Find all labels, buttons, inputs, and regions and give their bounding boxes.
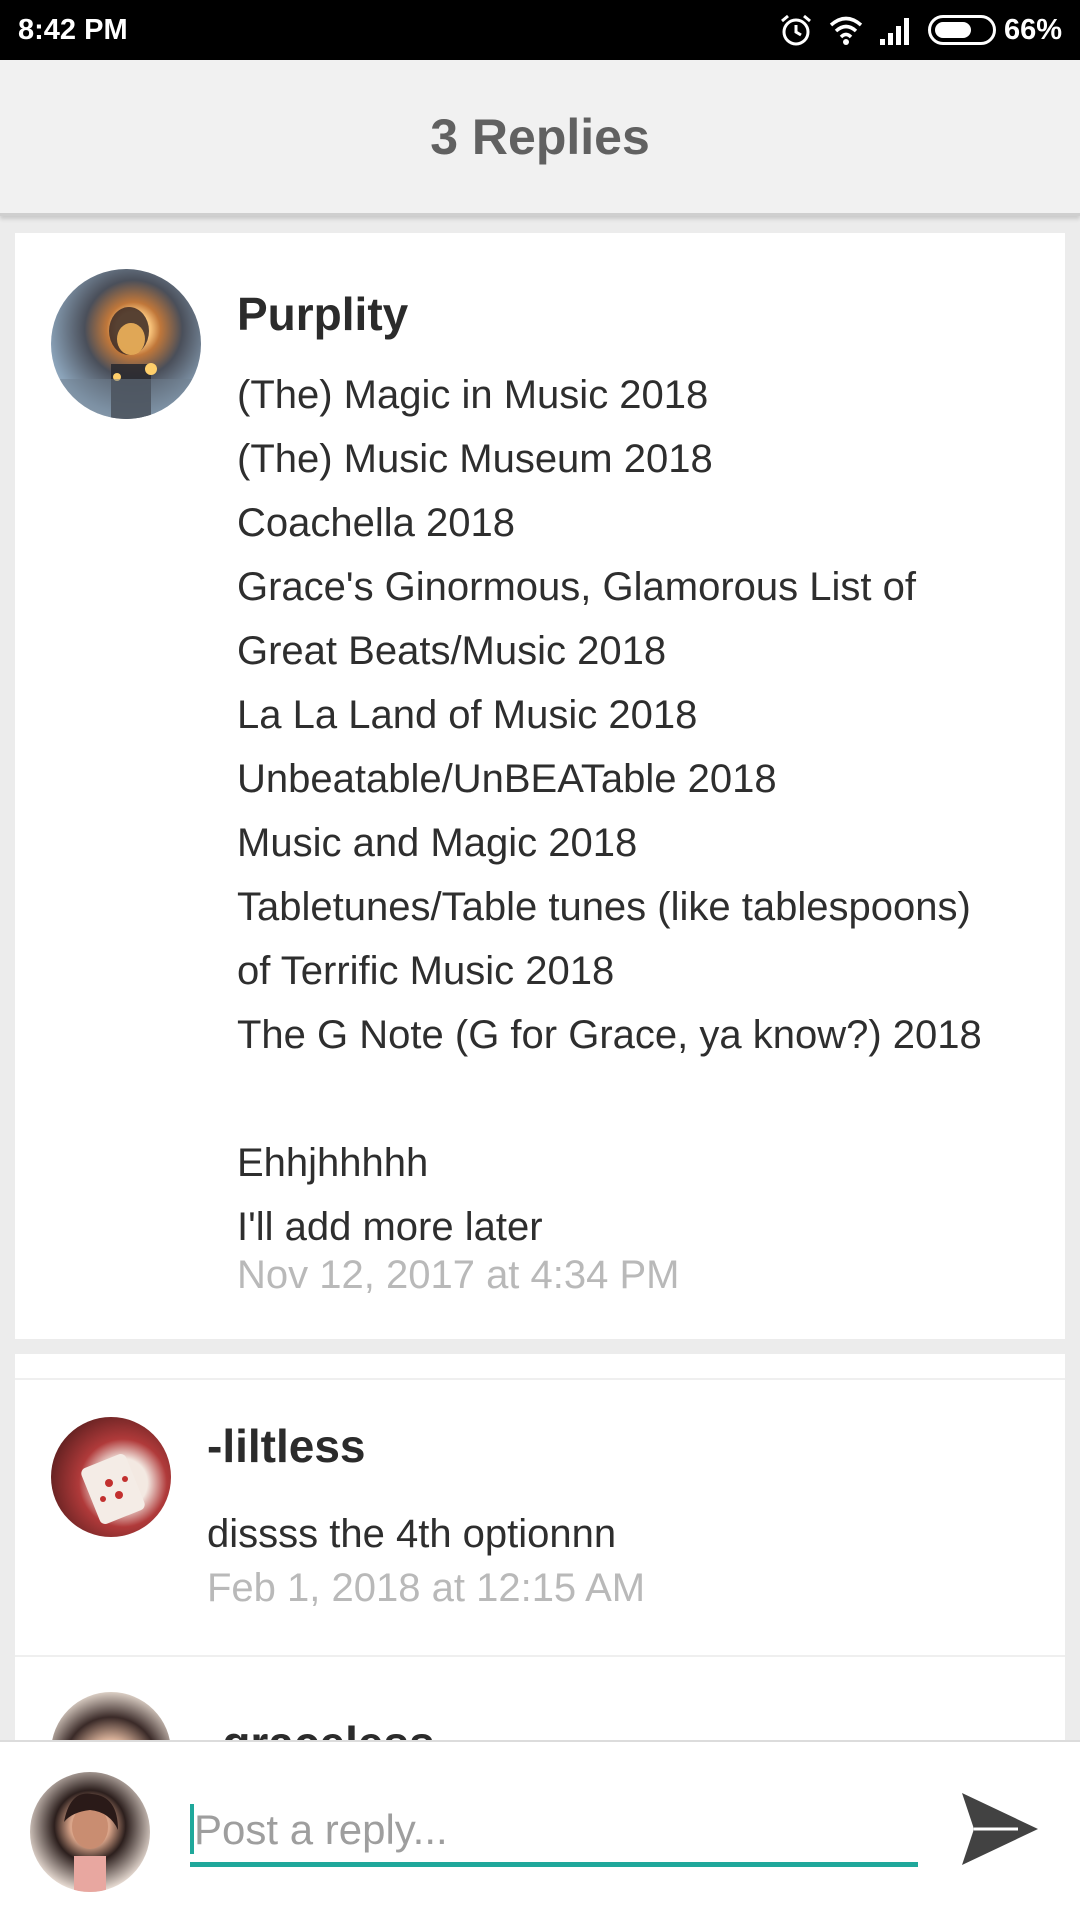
original-post-card: Purplity (The) Magic in Music 2018 (The) …: [15, 233, 1065, 1339]
alarm-icon: [778, 12, 814, 48]
post-body-line: The G Note (G for Grace, ya know?) 2018: [237, 1013, 982, 1057]
post-body-line: Tabletunes/Table tunes (like tablespoons…: [237, 885, 971, 929]
post-timestamp: Nov 12, 2017 at 4:34 PM: [237, 1253, 680, 1297]
status-bar: 8:42 PM 66%: [0, 0, 1080, 60]
reply-timestamp: Feb 1, 2018 at 12:15 AM: [207, 1566, 646, 1610]
post-body: (The) Magic in Music 2018 (The) Music Mus…: [237, 363, 1047, 1259]
status-icons: 66%: [778, 12, 1062, 48]
post-body-line: La La Land of Music 2018: [237, 693, 698, 737]
divider: [15, 1378, 1065, 1380]
wifi-icon: [828, 12, 864, 48]
reply-input[interactable]: [190, 1797, 918, 1867]
divider: [15, 1655, 1065, 1657]
post-author-avatar[interactable]: [51, 269, 201, 419]
page-title: 3 Replies: [430, 108, 650, 165]
post-body-line: Great Beats/Music 2018: [237, 629, 667, 673]
post-body-line: I'll add more later: [237, 1205, 543, 1249]
reply-text: dissss the 4th optionnn: [207, 1512, 617, 1556]
battery-icon: [927, 15, 996, 45]
post-body-line: Grace's Ginormous, Glamorous List of: [237, 565, 916, 609]
battery-level-fill: [934, 22, 971, 38]
cards-photo-icon: [81, 1454, 145, 1524]
reply-composer: [0, 1740, 1080, 1922]
reply-author-name[interactable]: -liltless: [207, 1419, 366, 1473]
send-button[interactable]: [955, 1784, 1045, 1874]
post-body-line: (The) Music Museum 2018: [237, 437, 713, 481]
reply-author-avatar[interactable]: [51, 1417, 171, 1537]
post-body-line: Coachella 2018: [237, 501, 515, 545]
signal-icon: [878, 12, 914, 48]
person-photo-icon: [64, 1793, 118, 1892]
post-body-line: of Terrific Music 2018: [237, 949, 615, 993]
send-icon: [962, 1793, 1038, 1865]
post-author-name[interactable]: Purplity: [237, 287, 408, 341]
post-body-line: Music and Magic 2018: [237, 821, 638, 865]
current-user-avatar: [30, 1772, 150, 1892]
post-body-line: Ehhjhhhhh: [237, 1141, 429, 1185]
text-cursor: [190, 1804, 194, 1854]
post-body-line: Unbeatable/UnBEATable 2018: [237, 757, 777, 801]
post-body-line: (The) Magic in Music 2018: [237, 373, 709, 417]
person-photo-icon: [51, 307, 201, 419]
battery-percent: 66%: [1003, 13, 1062, 46]
battery-indicator: 66%: [927, 13, 1062, 47]
status-time: 8:42 PM: [18, 13, 128, 46]
app-header: 3 Replies: [0, 60, 1080, 216]
post-body-line: [237, 1067, 1047, 1131]
